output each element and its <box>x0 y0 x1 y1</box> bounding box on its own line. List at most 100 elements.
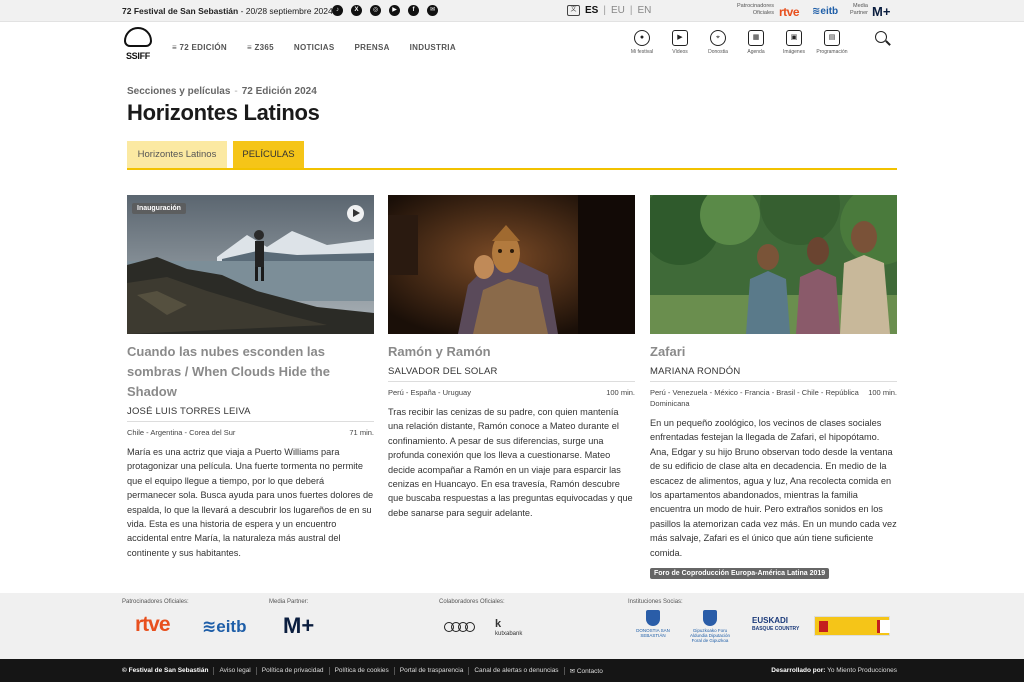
audi-logo[interactable] <box>444 622 475 632</box>
map-pin-icon: ⌖ <box>710 30 726 46</box>
film-still-zafari[interactable] <box>650 195 897 334</box>
film-duration: 71 min. <box>349 428 374 437</box>
nav-noticias[interactable]: NOTICIAS <box>294 43 335 52</box>
link-contacto[interactable]: ✉ Contacto <box>563 667 608 675</box>
lang-eu[interactable]: EU <box>611 5 625 16</box>
eitb-logo[interactable]: ≋eitb <box>812 6 838 17</box>
film-card: Ramón y Ramón SALVADOR DEL SOLAR Perú - … <box>388 195 635 520</box>
link-aviso-legal[interactable]: Aviso legal <box>213 667 255 675</box>
gipuzkoa-shield-icon <box>703 610 717 626</box>
tiktok-icon[interactable]: ♪ <box>332 5 343 16</box>
breadcrumb-section[interactable]: Secciones y películas <box>127 86 230 97</box>
film-title[interactable]: Ramón y Ramón <box>388 342 635 362</box>
coproduction-forum-tag[interactable]: Foro de Coproducción Europa-América Lati… <box>650 568 830 580</box>
play-icon[interactable] <box>347 205 364 222</box>
breadcrumb-edition[interactable]: 72 Edición 2024 <box>242 86 317 97</box>
film-director: JOSÉ LUIS TORRES LEIVA <box>127 406 374 422</box>
search-icon[interactable] <box>875 31 891 47</box>
euskadi-logo[interactable]: EUSKADI BASQUE COUNTRY <box>752 617 799 633</box>
x-icon[interactable]: X <box>351 5 362 16</box>
collaborators-heading: Colaboradores Oficiales: <box>439 599 505 605</box>
festival-name: 72 Festival de San Sebastián <box>122 6 239 16</box>
film-meta: Chile - Argentina - Corea del Sur 71 min… <box>127 427 374 438</box>
youtube-icon[interactable]: ▶ <box>389 5 400 16</box>
newsletter-icon[interactable]: ✉ <box>427 5 438 16</box>
kutxabank-logo[interactable]: k kutxabank <box>495 619 522 638</box>
nav-z365[interactable]: ≡ Z365 <box>247 43 274 52</box>
instagram-icon[interactable]: ◎ <box>370 5 381 16</box>
movistar-plus-logo[interactable]: M+ <box>283 613 314 639</box>
film-countries: Chile - Argentina - Corea del Sur <box>127 428 236 437</box>
official-sponsors-heading: Patrocinadores Oficiales: <box>122 599 189 605</box>
film-still-ramon[interactable] <box>388 195 635 334</box>
translate-icon: 文 <box>567 5 580 16</box>
film-title[interactable]: Cuando las nubes esconden las sombras / … <box>127 342 374 402</box>
tool-donostia[interactable]: ⌖ Donostia <box>701 30 735 55</box>
festival-dates: 72 Festival de San Sebastián - 20/28 sep… <box>122 6 333 16</box>
donostia-logo[interactable]: DONOSTIA SAN SEBASTIÁN <box>632 610 674 638</box>
opening-badge: Inauguración <box>132 203 186 214</box>
tool-mi-festival[interactable]: ● Mi festival <box>625 30 659 55</box>
nav-72-edicion[interactable]: ≡ 72 EDICIÓN <box>172 43 227 52</box>
eitb-logo[interactable]: ≋eitb <box>202 617 246 637</box>
legal-links: © Festival de San Sebastián Aviso legal … <box>122 667 608 675</box>
film-title[interactable]: Zafari <box>650 342 897 362</box>
film-still-clouds[interactable]: Inauguración <box>127 195 374 334</box>
festival-date-range: - 20/28 septiembre 2024 <box>238 6 333 16</box>
tool-programacion[interactable]: ▤ Programación <box>815 30 849 55</box>
tool-agenda[interactable]: ▦ Agenda <box>739 30 773 55</box>
film-synopsis: En un pequeño zoológico, los vecinos de … <box>650 418 897 558</box>
tab-horizontes-latinos[interactable]: Horizontes Latinos <box>127 141 227 168</box>
developer-credit: Desarrollado por: Yo Miento Producciones <box>771 667 897 674</box>
film-countries: Perú - Venezuela - México - Francia - Br… <box>650 388 859 408</box>
rtve-logo[interactable]: rtve <box>135 613 171 637</box>
eitb-wave-icon: ≋ <box>202 617 217 636</box>
tool-videos[interactable]: ▶ Vídeos <box>663 30 697 55</box>
page-title: Horizontes Latinos <box>127 100 320 125</box>
film-duration: 100 min. <box>606 388 635 397</box>
link-transparencia[interactable]: Portal de trasparencia <box>393 667 469 675</box>
facebook-icon[interactable]: f <box>408 5 419 16</box>
copyright: © Festival de San Sebastián <box>122 667 209 674</box>
top-bar: 72 Festival de San Sebastián - 20/28 sep… <box>0 0 1024 22</box>
official-sponsors-label: Patrocinadores Oficiales <box>737 3 774 16</box>
schedule-icon: ▤ <box>824 30 840 46</box>
lang-en[interactable]: EN <box>637 5 651 16</box>
lang-es[interactable]: ES <box>585 5 598 16</box>
film-synopsis: María es una actriz que viaja a Puerto W… <box>127 447 374 558</box>
tab-peliculas[interactable]: PELÍCULAS <box>233 141 304 168</box>
link-privacidad[interactable]: Política de privacidad <box>255 667 329 675</box>
developer-name[interactable]: Yo Miento Producciones <box>827 667 897 674</box>
calendar-icon: ▦ <box>748 30 764 46</box>
film-duration: 100 min. <box>868 388 897 397</box>
film-card: Inauguración Cuando las nubes esconden l… <box>127 195 374 560</box>
shell-icon <box>124 27 152 47</box>
logo-text: SSIFF <box>125 51 150 61</box>
movistar-plus-logo[interactable]: M+ <box>872 4 890 19</box>
user-icon: ● <box>634 30 650 46</box>
film-still-image <box>650 195 897 334</box>
link-alertas[interactable]: Canal de alertas o denuncias <box>468 667 563 675</box>
film-still-image <box>127 195 374 334</box>
social-links: ♪ X ◎ ▶ f ✉ <box>332 5 438 16</box>
film-meta: Perú - Venezuela - México - Francia - Br… <box>650 387 897 409</box>
tool-links: ● Mi festival ▶ Vídeos ⌖ Donostia ▦ Agenda ▣… <box>625 30 853 55</box>
film-meta: Perú - España - Uruguay 100 min. <box>388 387 635 398</box>
rtve-logo[interactable]: rtve <box>779 5 800 19</box>
film-card: Zafari MARIANA RONDÓN Perú - Venezuela -… <box>650 195 897 580</box>
nav-prensa[interactable]: PRENSA <box>355 43 390 52</box>
film-director: MARIANA RONDÓN <box>650 366 897 382</box>
breadcrumb: Secciones y películas -72 Edición 2024 <box>127 86 317 97</box>
donostia-shield-icon <box>646 610 660 626</box>
link-cookies[interactable]: Política de cookies <box>328 667 394 675</box>
gipuzkoa-logo[interactable]: Gipuzkoako Foru Aldundia Diputación Fora… <box>688 610 732 643</box>
images-icon: ▣ <box>786 30 802 46</box>
media-partner-heading: Media Partner: <box>269 599 309 605</box>
nav-industria[interactable]: INDUSTRIA <box>410 43 456 52</box>
sponsors-footer: Patrocinadores Oficiales: Media Partner:… <box>0 593 1024 659</box>
tool-imagenes[interactable]: ▣ Imágenes <box>777 30 811 55</box>
film-still-image <box>388 195 635 334</box>
video-icon: ▶ <box>672 30 688 46</box>
spanish-government-logo[interactable] <box>814 616 890 636</box>
ssiff-logo[interactable]: SSIFF <box>122 27 154 63</box>
